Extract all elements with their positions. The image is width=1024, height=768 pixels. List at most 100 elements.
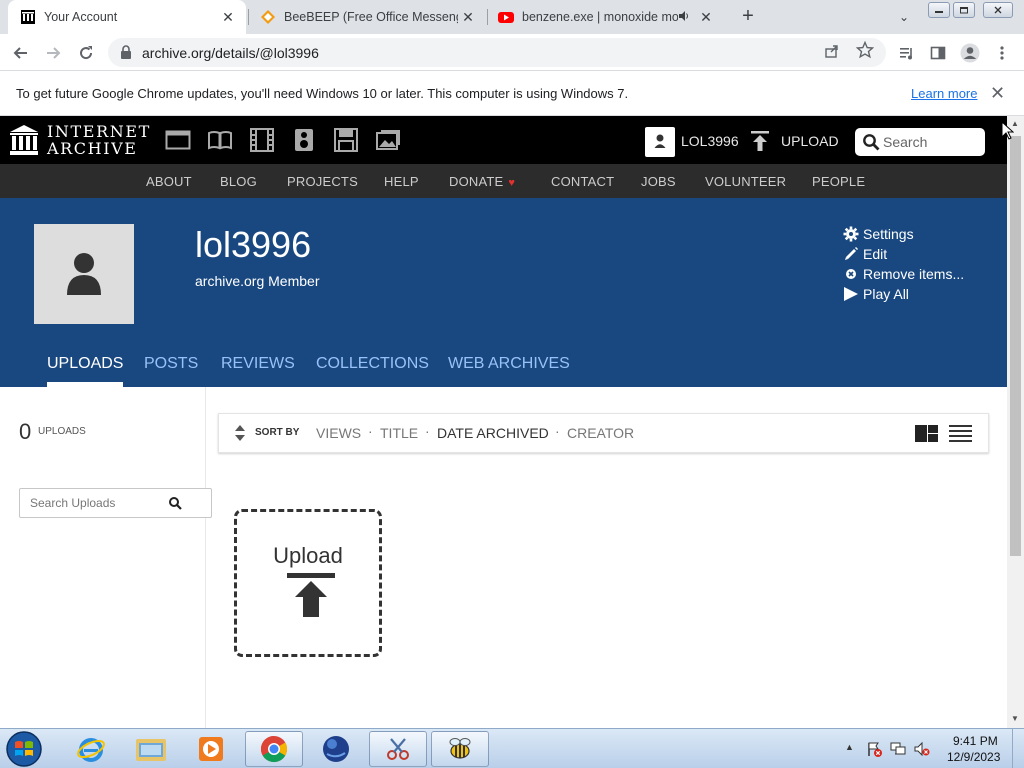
- scrollbar-thumb[interactable]: [1010, 136, 1021, 556]
- software-icon[interactable]: [333, 128, 359, 152]
- tab-reviews[interactable]: REVIEWS: [221, 355, 295, 387]
- nav-help[interactable]: HELP: [384, 174, 419, 189]
- audio-icon[interactable]: [291, 128, 317, 152]
- chrome-icon[interactable]: [245, 731, 303, 767]
- page-scrollbar[interactable]: ▲ ▼: [1007, 116, 1024, 728]
- profile-tabs: UPLOADS POSTS REVIEWS COLLECTIONS WEB AR…: [0, 347, 1007, 387]
- wordmark-line-1: INTERNET: [47, 122, 151, 141]
- tile-view-icon[interactable]: [915, 425, 938, 442]
- play-all-action[interactable]: Play All: [842, 284, 964, 304]
- clock-time[interactable]: 9:41 PM: [953, 734, 998, 748]
- nav-people[interactable]: PEOPLE: [812, 174, 865, 189]
- uploads-sidebar: 0 UPLOADS Search Uploads: [0, 387, 212, 728]
- search-uploads-placeholder: Search Uploads: [30, 496, 116, 510]
- back-button[interactable]: [9, 41, 33, 65]
- scroll-down-arrow-icon[interactable]: ▼: [1011, 714, 1019, 723]
- sort-by-label: SORT BY: [255, 427, 300, 438]
- app-globe-icon[interactable]: [307, 731, 365, 767]
- internet-explorer-icon[interactable]: [62, 731, 120, 767]
- tab-web-archives[interactable]: WEB ARCHIVES: [448, 355, 570, 387]
- search-icon: [863, 134, 880, 151]
- sort-title[interactable]: TITLE: [380, 425, 418, 441]
- list-view-icon[interactable]: [949, 425, 972, 442]
- edit-action[interactable]: Edit: [842, 244, 964, 264]
- tab-collections[interactable]: COLLECTIONS: [316, 355, 429, 387]
- network-icon[interactable]: [890, 741, 906, 757]
- update-infobar: To get future Google Chrome updates, you…: [0, 72, 1024, 116]
- search-uploads-input[interactable]: Search Uploads: [19, 488, 212, 518]
- maximize-button[interactable]: [953, 2, 975, 18]
- ia-search-box[interactable]: Search: [855, 128, 985, 156]
- side-panel-icon[interactable]: [928, 43, 948, 63]
- nav-about[interactable]: ABOUT: [146, 174, 192, 189]
- upload-icon[interactable]: [749, 130, 771, 152]
- volume-muted-icon[interactable]: [914, 741, 930, 757]
- sort-arrows-icon[interactable]: [234, 424, 246, 442]
- address-bar[interactable]: archive.org/details/@lol3996: [108, 38, 886, 67]
- nav-blog[interactable]: BLOG: [220, 174, 257, 189]
- nav-donate[interactable]: DONATE ♥: [449, 174, 515, 189]
- tab-benzene[interactable]: benzene.exe | monoxide mo ✕: [486, 0, 724, 34]
- media-control-icon[interactable]: [897, 43, 917, 63]
- tab-uploads[interactable]: UPLOADS: [47, 355, 124, 387]
- beebeep-icon[interactable]: [431, 731, 489, 767]
- close-window-button[interactable]: [983, 2, 1013, 18]
- internet-archive-logo-icon[interactable]: [10, 125, 38, 155]
- action-center-flag-icon[interactable]: [866, 741, 882, 757]
- settings-action[interactable]: Settings: [842, 224, 964, 244]
- clock-date[interactable]: 12/9/2023: [947, 750, 1000, 764]
- snipping-tool-icon[interactable]: [369, 731, 427, 767]
- media-player-icon[interactable]: [182, 731, 240, 767]
- share-icon[interactable]: [824, 43, 840, 62]
- lock-icon[interactable]: [120, 45, 132, 59]
- video-icon[interactable]: [249, 128, 275, 152]
- images-icon[interactable]: [375, 128, 401, 152]
- reload-button[interactable]: [74, 41, 98, 65]
- sort-creator[interactable]: CREATOR: [567, 425, 634, 441]
- tray-expand-icon[interactable]: ▲: [845, 742, 854, 752]
- new-tab-button[interactable]: +: [737, 5, 759, 27]
- remove-icon: [842, 266, 860, 282]
- profile-banner: lol3996 archive.org Member Settings Edit: [0, 198, 1007, 387]
- nav-volunteer[interactable]: VOLUNTEER: [705, 174, 786, 189]
- sort-separator: ·: [425, 423, 430, 439]
- nav-jobs[interactable]: JOBS: [641, 174, 676, 189]
- file-explorer-icon[interactable]: [122, 731, 180, 767]
- tab-close-icon[interactable]: ✕: [218, 7, 238, 27]
- uploads-count-label: UPLOADS: [38, 426, 86, 437]
- tab-search-icon[interactable]: ⌄: [895, 8, 913, 26]
- bookmark-star-icon[interactable]: [855, 40, 875, 64]
- nav-contact[interactable]: CONTACT: [551, 174, 614, 189]
- forward-button[interactable]: [41, 41, 65, 65]
- tab-close-icon[interactable]: ✕: [458, 7, 478, 27]
- show-desktop-button[interactable]: [1012, 729, 1024, 768]
- tab-posts[interactable]: POSTS: [144, 355, 198, 387]
- url-text[interactable]: archive.org/details/@lol3996: [142, 45, 319, 61]
- sort-views[interactable]: VIEWS: [316, 425, 361, 441]
- remove-items-action[interactable]: Remove items...: [842, 264, 964, 284]
- tab-beebeep[interactable]: BeeBEEP (Free Office Messenger) ✕: [248, 0, 486, 34]
- search-icon[interactable]: [168, 496, 182, 510]
- profile-avatar-icon[interactable]: [960, 43, 980, 63]
- upload-tile-label: Upload: [273, 543, 343, 568]
- nav-projects[interactable]: PROJECTS: [287, 174, 358, 189]
- chrome-menu-icon[interactable]: [992, 43, 1012, 63]
- web-icon[interactable]: [165, 128, 191, 152]
- start-button[interactable]: [4, 730, 44, 768]
- browser-toolbar: archive.org/details/@lol3996: [0, 34, 1024, 71]
- person-icon: [654, 134, 666, 148]
- upload-tile[interactable]: Upload: [234, 509, 382, 657]
- upload-link[interactable]: UPLOAD: [781, 133, 839, 149]
- speaker-icon[interactable]: [678, 10, 690, 25]
- profile-username: lol3996: [195, 224, 312, 265]
- learn-more-link[interactable]: Learn more: [911, 86, 977, 101]
- ia-username-link[interactable]: LOL3996: [681, 133, 739, 149]
- minimize-button[interactable]: [928, 2, 950, 18]
- tab-close-icon[interactable]: ✕: [696, 7, 716, 27]
- infobar-close-icon[interactable]: ✕: [990, 83, 1005, 104]
- user-avatar[interactable]: [645, 127, 675, 157]
- texts-icon[interactable]: [207, 128, 233, 152]
- internet-archive-wordmark[interactable]: INTERNET ARCHIVE: [47, 123, 151, 157]
- tab-your-account[interactable]: Your Account ✕: [8, 0, 246, 34]
- sort-date-archived[interactable]: DATE ARCHIVED: [437, 425, 549, 441]
